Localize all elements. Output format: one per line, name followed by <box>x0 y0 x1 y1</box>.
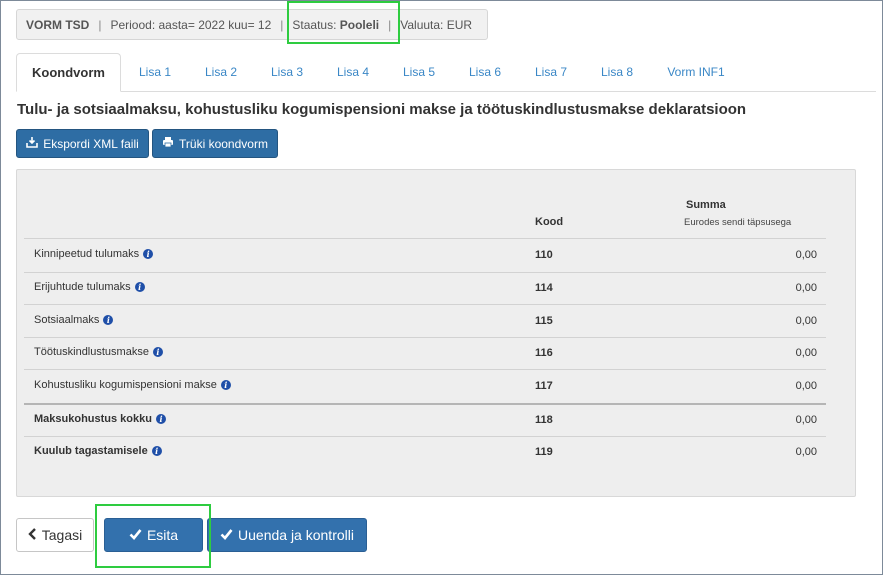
back-button[interactable]: Tagasi <box>16 518 94 552</box>
info-icon[interactable]: i <box>155 414 166 424</box>
refresh-validate-label: Uuenda ja kontrolli <box>238 527 354 543</box>
table-row-code: 116 <box>535 347 553 359</box>
highlight-submit-box <box>95 504 211 568</box>
table-row-sum: 0,00 <box>795 347 817 359</box>
status-bar: VORM TSD | Periood: aasta= 2022 kuu= 12 … <box>16 9 488 40</box>
tab-lisa-1[interactable]: Lisa 1 <box>130 53 180 91</box>
table-row-sum: 0,00 <box>795 249 817 261</box>
row-label-text: Töötuskindlustusmakse <box>34 346 149 358</box>
highlight-status-box <box>287 1 400 44</box>
info-icon[interactable]: i <box>143 249 154 259</box>
row-divider <box>24 304 826 305</box>
export-xml-button[interactable]: Ekspordi XML faili <box>16 129 149 158</box>
row-label-text: Maksukohustus kokku <box>34 413 152 425</box>
table-row-code: 119 <box>535 446 553 458</box>
table-row-sum: 0,00 <box>795 380 817 392</box>
refresh-validate-button[interactable]: Uuenda ja kontrolli <box>207 518 367 552</box>
row-label-text: Kuulub tagastamisele <box>34 445 148 457</box>
export-xml-label: Ekspordi XML faili <box>43 136 139 151</box>
table-row-code: 118 <box>535 414 553 426</box>
print-button[interactable]: Trüki koondvorm <box>152 129 278 158</box>
printer-icon <box>162 136 174 151</box>
tab-lisa-4[interactable]: Lisa 4 <box>328 53 378 91</box>
column-header-sum: Summa <box>686 199 726 211</box>
table-row-sum: 0,00 <box>795 282 817 294</box>
tab-lisa-7[interactable]: Lisa 7 <box>526 53 576 91</box>
info-icon[interactable]: i <box>134 282 145 292</box>
table-row-code: 114 <box>535 282 553 294</box>
tab-vorm-inf1[interactable]: Vorm INF1 <box>658 53 734 91</box>
totals-divider <box>24 403 826 405</box>
tab-lisa-6[interactable]: Lisa 6 <box>460 53 510 91</box>
row-label-text: Sotsiaalmaks <box>34 314 100 326</box>
tab-koondvorm[interactable]: Koondvorm <box>16 53 121 92</box>
table-row-code: 117 <box>535 380 553 392</box>
row-divider <box>24 337 826 338</box>
table-row-label: Töötuskindlustusmakse i <box>34 346 163 358</box>
info-icon[interactable]: i <box>152 347 163 357</box>
row-label-text: Kinnipeetud tulumaks <box>34 248 140 260</box>
table-row-sum: 0,00 <box>795 315 817 327</box>
column-header-code: Kood <box>535 216 564 228</box>
table-row-label: Maksukohustus kokku i <box>34 413 166 425</box>
row-divider <box>24 436 826 437</box>
table-row-sum: 0,00 <box>795 446 817 458</box>
period-info: Periood: aasta= 2022 kuu= 12 <box>110 17 272 32</box>
info-icon[interactable]: i <box>103 315 114 325</box>
currency-info: Valuuta: EUR <box>400 17 473 32</box>
info-icon[interactable]: i <box>151 446 162 456</box>
info-icon[interactable]: i <box>220 380 231 390</box>
table-row-label: Kohustusliku kogumispensioni makse i <box>34 379 231 391</box>
row-divider <box>24 369 826 370</box>
table-row-code: 110 <box>535 249 553 261</box>
form-name: VORM TSD <box>26 17 90 32</box>
row-label-text: Kohustusliku kogumispensioni makse <box>34 379 217 391</box>
chevron-left-icon <box>28 527 37 543</box>
check-icon <box>220 528 233 543</box>
table-row-label: Sotsiaalmaks i <box>34 314 114 326</box>
print-label: Trüki koondvorm <box>179 136 268 151</box>
table-row-code: 115 <box>535 315 553 327</box>
table-row-label: Kinnipeetud tulumaks i <box>34 248 154 260</box>
table-row-sum: 0,00 <box>795 414 817 426</box>
tab-lisa-3[interactable]: Lisa 3 <box>262 53 312 91</box>
export-icon <box>26 136 39 151</box>
tab-lisa-2[interactable]: Lisa 2 <box>196 53 246 91</box>
tab-bar: Koondvorm Lisa 1 Lisa 2 Lisa 3 Lisa 4 Li… <box>16 53 876 92</box>
page-title: Tulu- ja sotsiaalmaksu, kohustusliku kog… <box>17 101 747 118</box>
table-row-label: Erijuhtude tulumaks i <box>34 281 145 293</box>
declaration-table: Summa Eurodes sendi täpsusega Kood Kinni… <box>16 169 856 497</box>
tab-lisa-8[interactable]: Lisa 8 <box>592 53 642 91</box>
table-row-label: Kuulub tagastamisele i <box>34 445 162 457</box>
separator: | <box>280 17 284 32</box>
back-label: Tagasi <box>41 527 83 543</box>
row-divider <box>24 272 826 273</box>
column-header-sum-subtitle: Eurodes sendi täpsusega <box>684 217 792 228</box>
row-divider <box>24 238 826 239</box>
tab-lisa-5[interactable]: Lisa 5 <box>394 53 444 91</box>
separator: | <box>98 17 102 32</box>
row-label-text: Erijuhtude tulumaks <box>34 281 131 293</box>
